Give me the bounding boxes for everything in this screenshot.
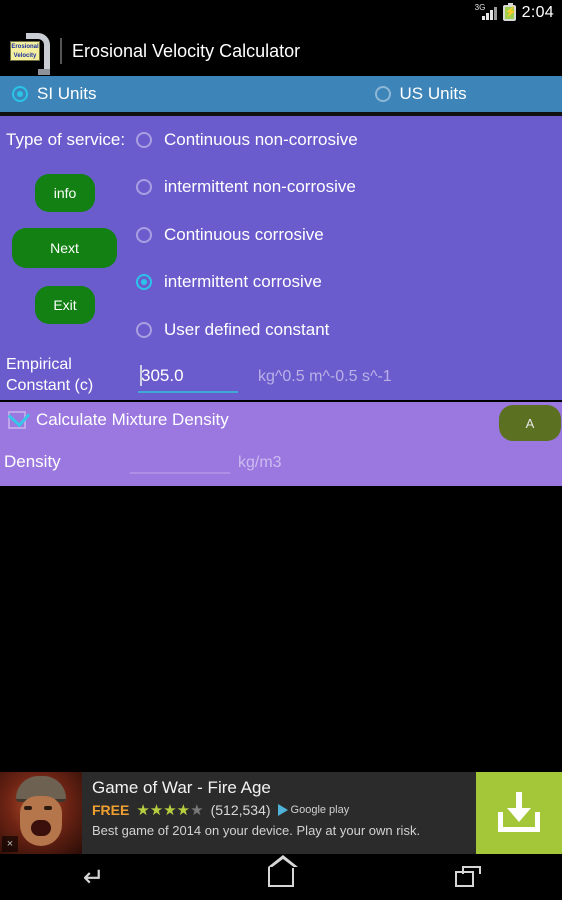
empirical-constant-label: Empirical Constant (c) [6, 356, 94, 394]
radio-on-icon [136, 274, 152, 291]
title-divider [60, 38, 62, 64]
ad-meta-row: FREE ★★★★★ (512,534) Google play [92, 802, 476, 818]
app-title-bar: Erosional Velocity Erosional Velocity Ca… [0, 26, 562, 76]
checkbox-checked-icon [7, 404, 31, 429]
android-screen: 3G ⚡ 2:04 Erosional Velocity Erosional V… [0, 0, 562, 900]
ad-price-label: FREE [92, 802, 130, 818]
radio-user-defined-constant[interactable]: User defined constant [136, 306, 556, 354]
nav-back-button[interactable]: ↵ [59, 857, 129, 897]
app-logo-line2: Velocity [13, 53, 37, 59]
empty-content-area [0, 486, 562, 772]
ad-app-icon: × [0, 772, 82, 854]
google-play-icon: Google play [277, 804, 350, 816]
radio-label: Continuous corrosive [164, 224, 324, 244]
radio-continuous-corrosive[interactable]: Continuous corrosive [136, 211, 556, 259]
ad-title: Game of War - Fire Age [92, 778, 271, 797]
radio-label: User defined constant [164, 319, 330, 339]
calculate-mixture-density-checkbox[interactable]: Calculate Mixture Density [7, 404, 229, 430]
app-logo-icon: Erosional Velocity [10, 33, 50, 75]
info-button[interactable]: info [35, 174, 95, 212]
battery-charging-icon: ⚡ [502, 3, 517, 21]
service-type-radio-group: Continuous non-corrosive intermittent no… [136, 116, 556, 354]
radio-label: Continuous non-corrosive [164, 129, 358, 149]
home-icon [267, 855, 298, 887]
status-bar: 3G ⚡ 2:04 [0, 0, 562, 26]
radio-off-icon [136, 179, 152, 196]
mixture-density-panel: Calculate Mixture Density A Density kg/m… [0, 402, 562, 486]
ad-install-button[interactable] [476, 772, 562, 854]
radio-off-icon [374, 86, 391, 102]
status-clock: 2:04 [521, 4, 554, 21]
page-title: Erosional Velocity Calculator [72, 40, 301, 61]
exit-button[interactable]: Exit [35, 286, 95, 324]
nav-recents-button[interactable] [433, 857, 503, 897]
ad-body: Game of War - Fire Age FREE ★★★★★ (512,5… [82, 772, 476, 854]
recents-icon [455, 866, 482, 888]
ad-rating-count: (512,534) [210, 802, 271, 818]
radio-intermittent-non-corrosive[interactable]: intermittent non-corrosive [136, 164, 556, 212]
radio-si-units-label: SI Units [37, 84, 97, 103]
ad-description: Best game of 2014 on your device. Play a… [92, 823, 421, 838]
radio-on-icon [12, 86, 28, 102]
empirical-constant-input-wrap [138, 365, 238, 393]
empirical-constant-row: Empirical Constant (c) kg^0.5 m^-0.5 s^-… [0, 354, 562, 400]
a-button[interactable]: A [499, 405, 561, 441]
radio-label: intermittent corrosive [164, 272, 322, 292]
signal-3g-icon: 3G [475, 4, 497, 21]
app-logo-line1: Erosional [11, 44, 39, 50]
download-icon [496, 790, 542, 836]
text-caret [140, 365, 142, 386]
service-type-panel: Type of service: info Next Exit Continuo… [0, 116, 562, 400]
radio-us-units-label: US Units [399, 84, 467, 103]
radio-intermittent-corrosive[interactable]: intermittent corrosive [136, 259, 556, 307]
calculate-mixture-density-label: Calculate Mixture Density [36, 410, 229, 429]
empirical-constant-input[interactable] [138, 366, 238, 393]
type-of-service-label: Type of service: [6, 130, 126, 149]
empirical-constant-unit: kg^0.5 m^-0.5 s^-1 [258, 368, 392, 385]
radio-off-icon [136, 226, 152, 243]
ad-store-label: Google play [290, 804, 350, 816]
radio-label: intermittent non-corrosive [164, 177, 356, 197]
radio-us-units[interactable]: US Units [374, 84, 467, 104]
units-selector-bar: SI Units US Units [0, 76, 562, 112]
density-label: Density [4, 452, 61, 471]
ad-star-rating: ★★★★★ [136, 801, 204, 819]
nav-home-button[interactable] [246, 855, 316, 897]
next-button[interactable]: Next [12, 228, 117, 268]
radio-off-icon [136, 321, 152, 338]
android-nav-bar: ↵ [0, 854, 562, 900]
density-input[interactable] [130, 450, 230, 474]
radio-off-icon [136, 131, 152, 148]
back-icon: ↵ [82, 862, 105, 892]
radio-si-units[interactable]: SI Units [12, 84, 97, 104]
density-unit: kg/m3 [238, 454, 282, 471]
radio-continuous-non-corrosive[interactable]: Continuous non-corrosive [136, 116, 556, 164]
ad-banner[interactable]: × Game of War - Fire Age FREE ★★★★★ (512… [0, 772, 562, 854]
ad-close-icon[interactable]: × [2, 836, 18, 852]
